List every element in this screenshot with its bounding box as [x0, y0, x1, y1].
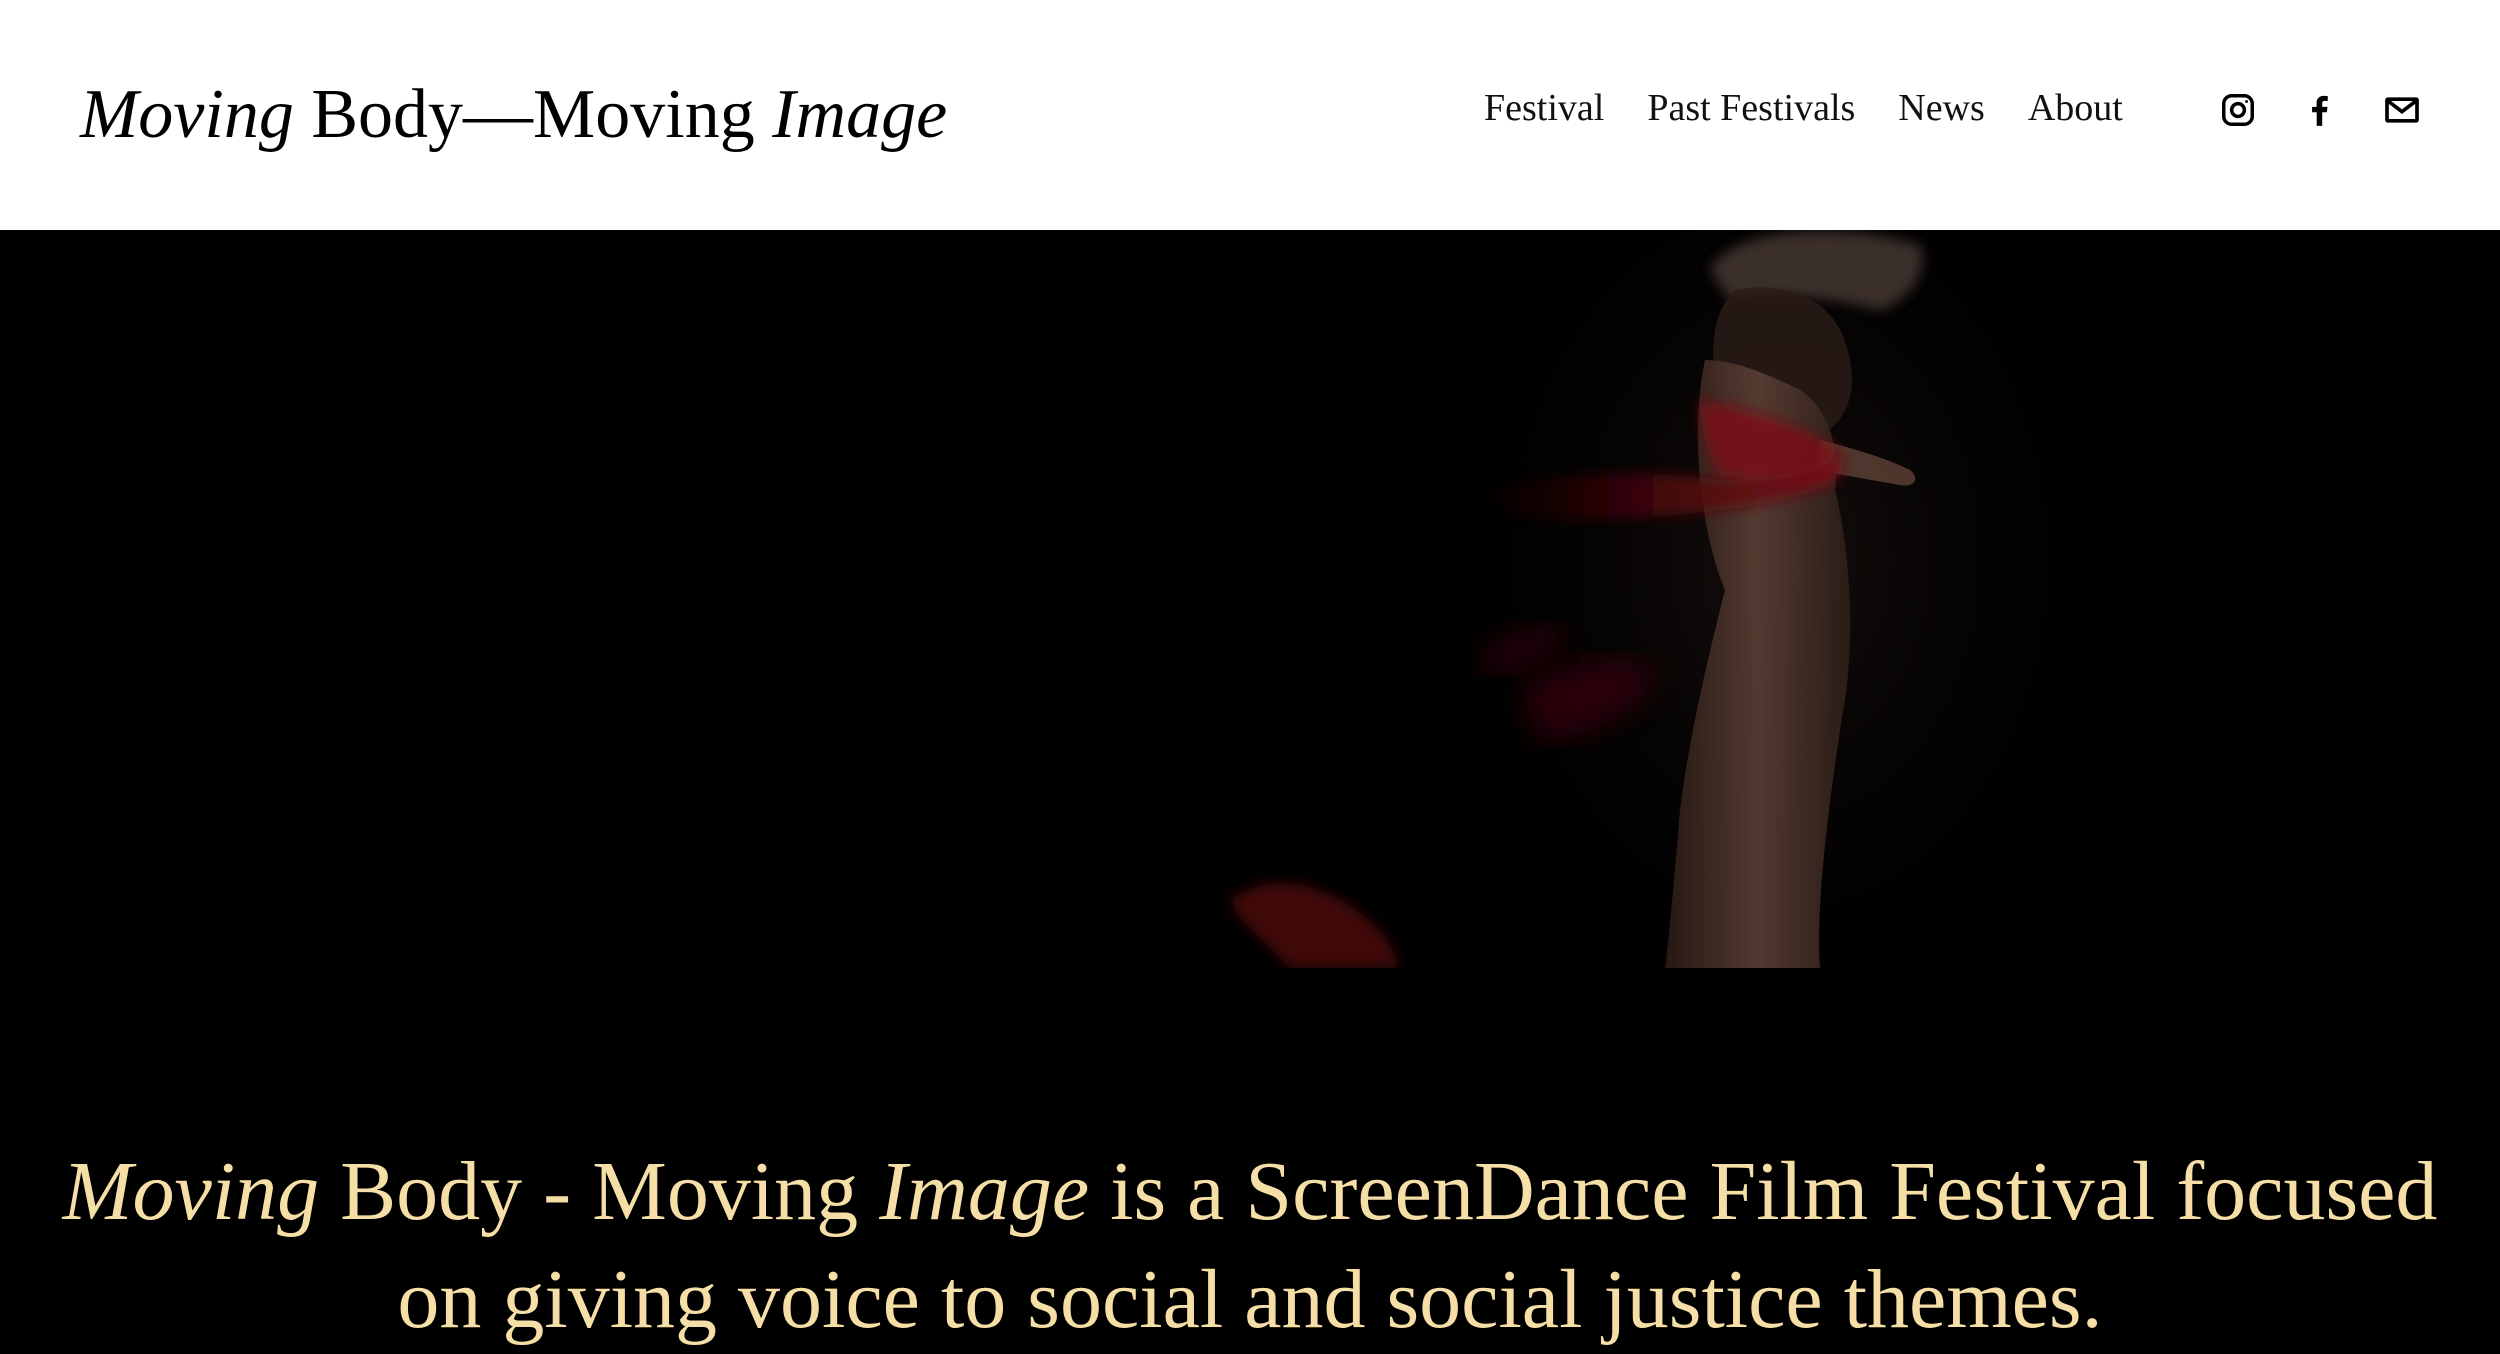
site-title-link[interactable]: Moving Body—Moving Image: [80, 70, 947, 160]
facebook-icon[interactable]: [2300, 90, 2340, 130]
nav-item-past-festivals[interactable]: Past Festivals: [1647, 82, 1855, 134]
site-header: Moving Body—Moving Image Festival Past F…: [0, 0, 2500, 230]
site-title-italic-image: Image: [772, 76, 948, 153]
site-title-italic-moving: Moving: [80, 76, 294, 153]
site-title-body-moving: Body—Moving: [293, 76, 773, 153]
hero-image: [0, 230, 2500, 968]
dancer-with-red-fabric-photo: [0, 230, 2500, 968]
nav-item-festival[interactable]: Festival: [1484, 82, 1604, 134]
social-links: [2218, 90, 2422, 130]
instagram-icon[interactable]: [2218, 90, 2258, 130]
nav-item-news[interactable]: News: [1898, 82, 1985, 134]
tagline-italic-image: Image: [879, 1145, 1090, 1238]
tagline-section: Moving Body - Moving Image is a ScreenDa…: [0, 968, 2500, 1346]
nav-item-about[interactable]: About: [2028, 82, 2123, 134]
email-icon[interactable]: [2382, 90, 2422, 130]
festival-tagline: Moving Body - Moving Image is a ScreenDa…: [60, 1138, 2440, 1354]
main-nav: Festival Past Festivals News About: [1484, 82, 2123, 134]
tagline-italic-moving: Moving: [62, 1145, 320, 1238]
tagline-body-moving: Body - Moving: [319, 1145, 880, 1238]
